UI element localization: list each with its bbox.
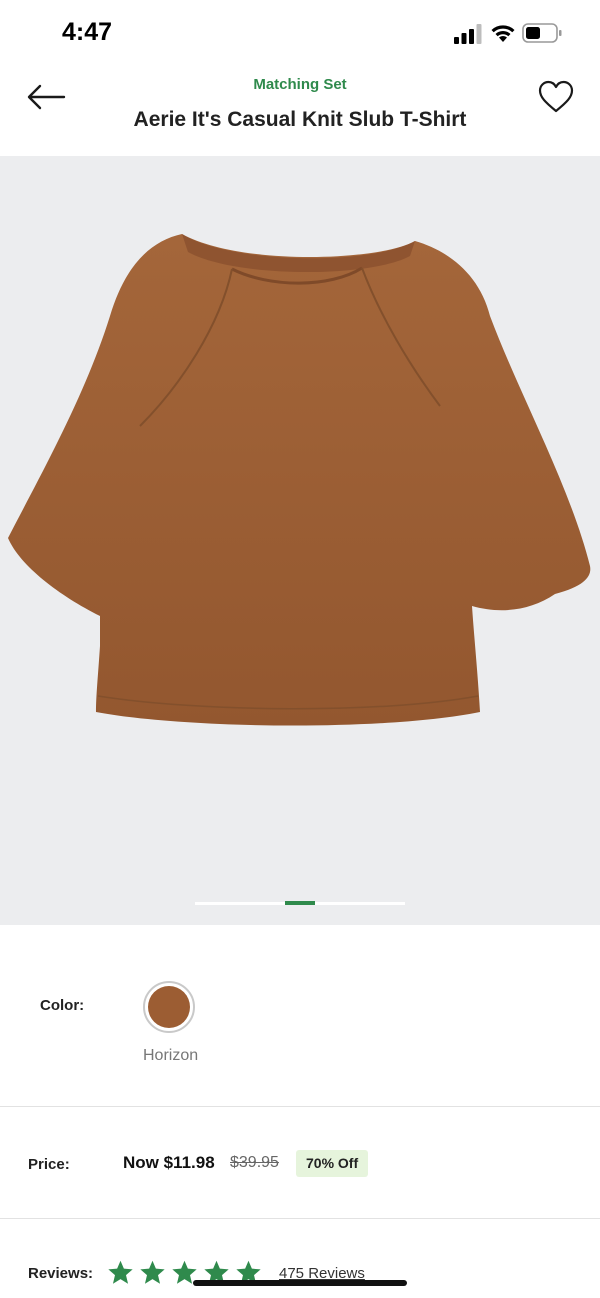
discount-badge: 70% Off — [296, 1150, 369, 1177]
signal-icon — [454, 24, 482, 44]
status-time: 4:47 — [62, 18, 113, 46]
page-title: Aerie It's Casual Knit Slub T-Shirt — [133, 108, 467, 131]
reviews-section: Reviews: 475 Reviews — [0, 1219, 600, 1298]
heart-outline-icon[interactable] — [536, 78, 576, 116]
price-label: Price: — [28, 1156, 70, 1173]
product-image-gallery[interactable] — [0, 156, 600, 925]
page-header: Matching Set Aerie It's Casual Knit Slub… — [0, 64, 600, 156]
reviews-label: Reviews: — [28, 1265, 94, 1282]
color-swatch-horizon[interactable] — [143, 981, 195, 1033]
wifi-icon — [491, 25, 515, 42]
color-label: Color: — [40, 997, 85, 1014]
current-price: Now $11.98 — [123, 1153, 215, 1172]
star-icon — [108, 1260, 133, 1284]
color-swatch-fill — [148, 986, 190, 1028]
product-photo — [8, 234, 591, 726]
status-bar: 4:47 — [0, 0, 600, 64]
home-indicator — [193, 1280, 407, 1286]
matching-set-label[interactable]: Matching Set — [0, 76, 600, 93]
gallery-pager-active — [285, 901, 315, 905]
star-icon — [140, 1260, 165, 1284]
color-name: Horizon — [143, 1047, 199, 1064]
battery-icon — [522, 23, 562, 43]
price-section: Price: Now $11.98 $39.95 70% Off — [0, 1107, 600, 1219]
original-price: $39.95 — [230, 1154, 279, 1171]
color-section: Color: Horizon — [0, 925, 600, 1107]
gallery-pager — [195, 901, 405, 905]
